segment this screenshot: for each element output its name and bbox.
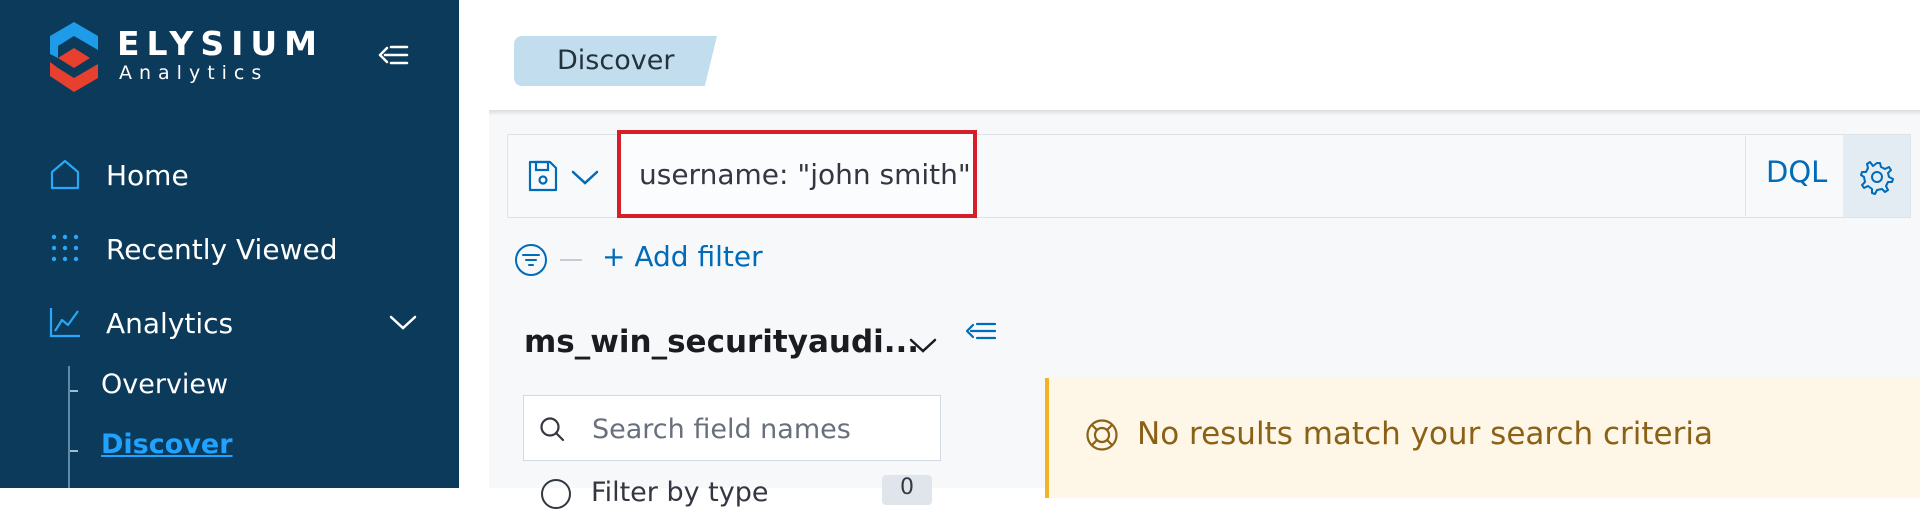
search-icon	[540, 417, 565, 442]
no-results-message: No results match your search criteria	[1137, 416, 1713, 452]
tree-tick	[70, 390, 78, 392]
home-icon	[50, 159, 80, 190]
sidebar: ELYSIUM Analytics Home Recently Viewed A…	[0, 0, 459, 488]
filter-separator	[560, 259, 582, 261]
sidebar-item-label: Home	[106, 159, 189, 192]
save-icon[interactable]	[526, 158, 560, 194]
sidebar-item-label: Analytics	[106, 307, 234, 340]
sidebar-item-home[interactable]: Home	[48, 151, 428, 195]
grid-dots-icon	[51, 234, 79, 262]
lifebuoy-icon	[1086, 419, 1118, 451]
dql-button[interactable]: DQL	[1766, 155, 1827, 189]
gear-icon	[1860, 161, 1894, 195]
query-divider	[1745, 136, 1746, 216]
sidebar-item-label: Recently Viewed	[106, 233, 338, 266]
brand-subtitle: Analytics	[119, 62, 269, 84]
menu-collapse-icon[interactable]	[376, 38, 410, 72]
field-search	[523, 395, 941, 461]
brand-name: ELYSIUM	[117, 24, 325, 63]
tree-tick	[70, 450, 78, 452]
breadcrumb-label: Discover	[557, 45, 675, 76]
breadcrumb[interactable]: Discover	[514, 36, 717, 86]
sidebar-subitem-overview[interactable]: Overview	[101, 369, 228, 400]
chevron-down-icon[interactable]	[908, 332, 938, 358]
chevron-down-icon[interactable]	[570, 164, 600, 190]
tree-line	[68, 366, 70, 488]
filter-by-type-label[interactable]: Filter by type	[591, 477, 768, 508]
field-search-input[interactable]	[590, 406, 924, 452]
collapse-sidebar-icon[interactable]	[964, 316, 998, 346]
add-filter-button[interactable]: + Add filter	[602, 240, 763, 273]
sidebar-subitem-discover[interactable]: Discover	[101, 429, 233, 460]
sidebar-item-recently-viewed[interactable]: Recently Viewed	[48, 225, 428, 269]
chevron-down-icon	[389, 315, 417, 330]
query-input[interactable]	[617, 130, 977, 218]
elysium-logo-icon	[50, 22, 98, 92]
filter-icon[interactable]	[514, 243, 548, 277]
filter-count-badge: 0	[882, 475, 932, 505]
no-results-callout: No results match your search criteria	[1045, 378, 1920, 498]
analytics-chart-icon	[49, 308, 80, 338]
sidebar-item-analytics[interactable]: Analytics	[48, 299, 428, 343]
query-settings-button[interactable]	[1843, 135, 1910, 217]
filter-type-icon[interactable]	[540, 478, 572, 510]
index-pattern-name[interactable]: ms_win_securityaudi...	[524, 324, 919, 360]
